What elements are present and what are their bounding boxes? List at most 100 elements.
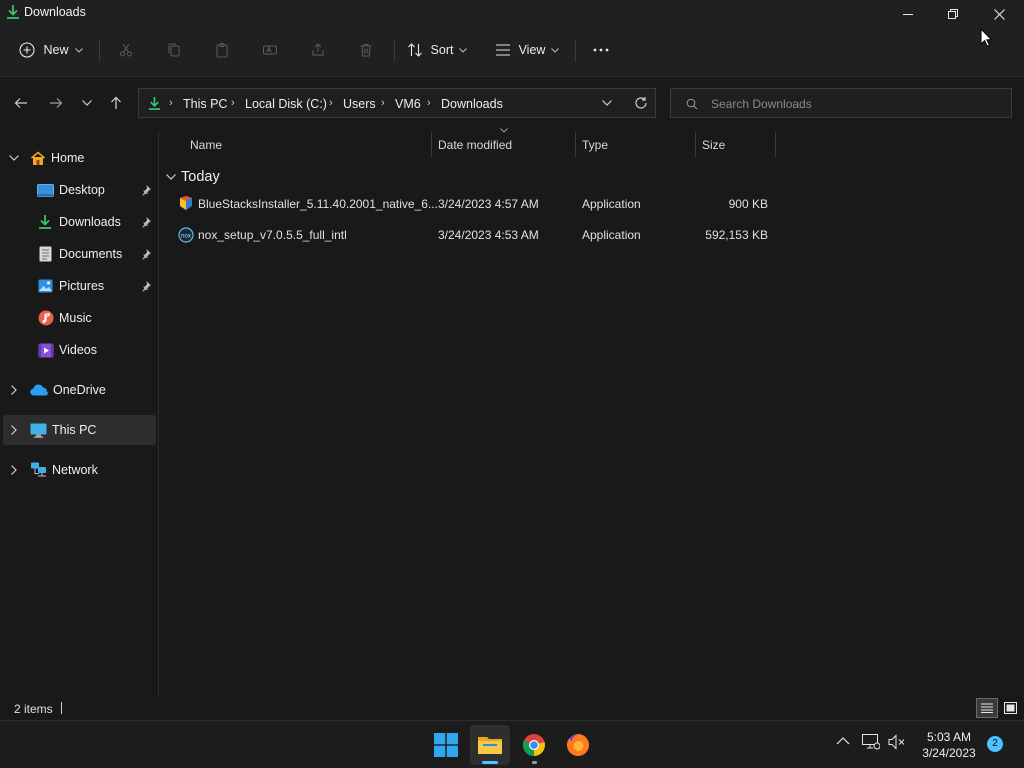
taskbar-file-explorer[interactable] xyxy=(470,725,510,765)
column-divider[interactable] xyxy=(775,132,776,157)
refresh-button[interactable] xyxy=(634,96,648,110)
sidebar-item-documents[interactable]: Documents xyxy=(0,239,156,269)
tiles-view-button[interactable] xyxy=(1000,698,1020,718)
cut-button[interactable] xyxy=(114,36,138,64)
rename-button[interactable] xyxy=(258,36,282,64)
window-title: Downloads xyxy=(24,5,86,19)
column-divider[interactable] xyxy=(431,132,432,157)
chevron-right-icon xyxy=(11,385,17,395)
command-bar: New Sort View xyxy=(0,28,1024,77)
column-header-date-modified[interactable]: Date modified xyxy=(438,138,512,152)
close-button[interactable] xyxy=(976,0,1022,28)
file-row[interactable]: nox nox_setup_v7.0.5.5_full_intl 3/24/20… xyxy=(170,220,774,250)
column-header-name[interactable]: Name xyxy=(190,138,222,152)
new-button[interactable]: New xyxy=(14,36,88,64)
address-bar[interactable]: › This PC › Local Disk (C:) › Users › VM… xyxy=(138,88,656,118)
home-icon xyxy=(31,151,45,165)
restore-button[interactable] xyxy=(930,0,976,28)
view-button[interactable]: View xyxy=(492,36,562,64)
sidebar-item-label: Downloads xyxy=(59,215,121,229)
file-name: nox_setup_v7.0.5.5_full_intl xyxy=(198,228,347,242)
more-options-button[interactable] xyxy=(588,36,614,64)
details-view-button[interactable] xyxy=(976,698,998,718)
address-history-button[interactable] xyxy=(602,100,612,106)
sidebar-item-this-pc[interactable]: This PC xyxy=(3,415,156,445)
chevron-right-icon: › xyxy=(169,97,173,109)
show-hidden-icons-button[interactable] xyxy=(836,737,850,745)
column-header-type[interactable]: Type xyxy=(582,138,608,152)
network-icon xyxy=(31,462,46,477)
minimize-button[interactable] xyxy=(885,0,931,28)
sidebar-item-pictures[interactable]: Pictures xyxy=(0,271,156,301)
file-size: 592,153 KB xyxy=(705,228,768,242)
file-explorer-icon xyxy=(478,737,502,754)
sidebar-item-onedrive[interactable]: OneDrive xyxy=(0,375,156,405)
sidebar-item-home[interactable]: Home xyxy=(0,143,156,173)
chevron-down-icon xyxy=(551,47,560,53)
volume-muted-icon[interactable] xyxy=(888,734,906,750)
breadcrumb-this-pc[interactable]: This PC xyxy=(183,97,227,111)
breadcrumb-downloads[interactable]: Downloads xyxy=(441,97,503,111)
pictures-icon xyxy=(38,279,53,293)
copy-icon xyxy=(168,43,180,57)
sidebar-item-downloads[interactable]: Downloads xyxy=(0,207,156,237)
pin-icon xyxy=(142,217,151,228)
text-caret xyxy=(61,702,62,714)
chevron-right-icon: › xyxy=(427,97,431,109)
this-pc-icon xyxy=(30,423,47,438)
paste-button[interactable] xyxy=(210,36,234,64)
running-app-indicator xyxy=(532,761,537,764)
delete-button[interactable] xyxy=(354,36,378,64)
chevron-down-icon xyxy=(166,174,176,180)
sidebar-item-label: OneDrive xyxy=(53,383,106,397)
breadcrumb-local-disk[interactable]: Local Disk (C:) xyxy=(245,97,327,111)
status-bar: 2 items xyxy=(0,696,1024,720)
scissors-icon xyxy=(120,43,132,57)
svg-text:nox: nox xyxy=(181,234,191,240)
toolbar-divider xyxy=(99,40,100,62)
recent-locations-button[interactable] xyxy=(75,91,99,115)
taskbar-firefox[interactable] xyxy=(558,725,598,765)
forward-button[interactable] xyxy=(44,91,68,115)
downloads-icon xyxy=(39,215,51,229)
up-button[interactable] xyxy=(104,91,128,115)
sidebar-item-network[interactable]: Network xyxy=(0,455,156,485)
sidebar-item-desktop[interactable]: Desktop xyxy=(0,175,156,205)
sidebar-item-music[interactable]: Music xyxy=(0,303,156,333)
taskbar-chrome[interactable] xyxy=(514,725,554,765)
sort-label: Sort xyxy=(430,43,454,57)
breadcrumb-vm6[interactable]: VM6 xyxy=(395,97,421,111)
firefox-icon xyxy=(567,734,589,756)
sort-indicator-icon xyxy=(500,128,508,133)
file-date: 3/24/2023 4:57 AM xyxy=(438,197,539,211)
tiles-view-icon xyxy=(1003,702,1017,714)
network-status-icon[interactable] xyxy=(862,734,880,750)
clock-time: 5:03 AM xyxy=(926,730,972,744)
toolbar-divider xyxy=(394,40,395,62)
column-divider[interactable] xyxy=(575,132,576,157)
start-button[interactable] xyxy=(426,725,466,765)
chevron-down-icon xyxy=(459,47,468,53)
clock[interactable]: 5:03 AM 3/24/2023 xyxy=(918,729,980,761)
back-button[interactable] xyxy=(9,91,33,115)
sort-button[interactable]: Sort xyxy=(404,36,470,64)
share-button[interactable] xyxy=(306,36,330,64)
file-type: Application xyxy=(582,228,641,242)
active-app-indicator xyxy=(482,761,498,764)
chevron-down-icon xyxy=(82,100,92,106)
group-header-today[interactable]: Today xyxy=(166,168,366,186)
file-row[interactable]: BlueStacksInstaller_5.11.40.2001_native_… xyxy=(170,189,774,219)
clipboard-icon xyxy=(216,43,228,58)
desktop-icon xyxy=(37,183,54,197)
column-divider[interactable] xyxy=(695,132,696,157)
column-header-size[interactable]: Size xyxy=(702,138,725,152)
notification-badge[interactable]: 2 xyxy=(987,736,1003,752)
clock-date: 3/24/2023 xyxy=(922,746,976,760)
file-date: 3/24/2023 4:53 AM xyxy=(438,228,539,242)
view-label: View xyxy=(518,43,546,57)
view-list-icon xyxy=(495,44,510,56)
search-input[interactable]: Search Downloads xyxy=(670,88,1012,118)
sidebar-item-videos[interactable]: Videos xyxy=(0,335,156,365)
copy-button[interactable] xyxy=(162,36,186,64)
breadcrumb-users[interactable]: Users xyxy=(343,97,376,111)
